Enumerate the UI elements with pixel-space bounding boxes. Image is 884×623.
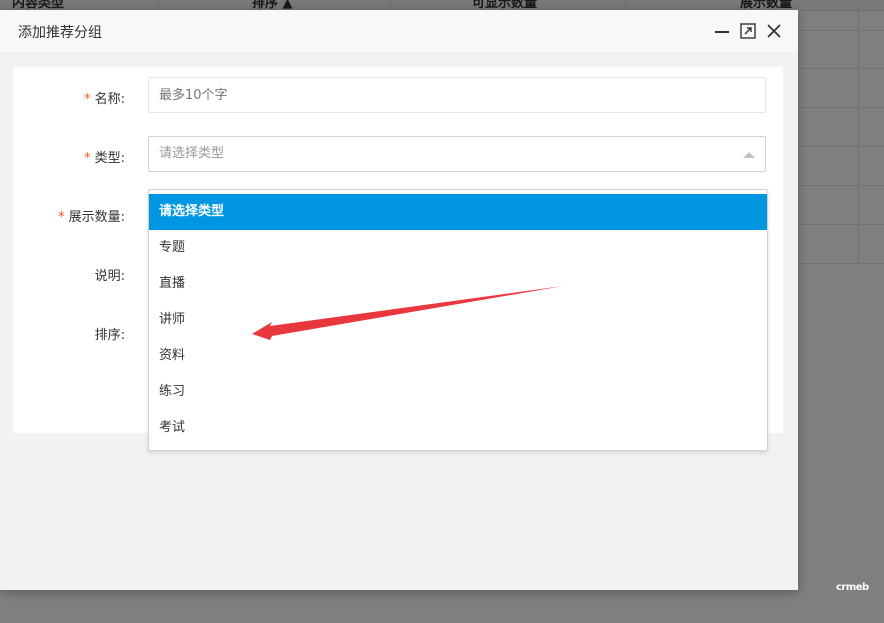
type-select-placeholder: 请选择类型 [159, 146, 225, 161]
name-input[interactable] [148, 77, 766, 113]
name-label-text: 名称: [94, 92, 125, 107]
type-dropdown: 请选择类型 专题 直播 讲师 资料 练习 考试 [148, 189, 768, 451]
description-label: 说明: [94, 269, 125, 284]
display-count-label: * 展示数量: [0, 206, 125, 225]
type-label: * 类型: [0, 147, 125, 166]
dropdown-option[interactable]: 讲师 [149, 302, 767, 338]
required-mark: * [84, 151, 91, 166]
add-group-modal: 添加推荐分组 *名称: *类型: 请选择类型 *展示 [0, 10, 798, 590]
type-label-text: 类型: [94, 151, 125, 166]
dropdown-option[interactable]: 考试 [149, 410, 767, 446]
dropdown-option[interactable]: 专题 [149, 230, 767, 266]
modal-title: 添加推荐分组 [18, 25, 102, 41]
minimize-icon[interactable] [713, 22, 731, 40]
caret-up-icon [743, 152, 755, 158]
dropdown-option[interactable]: 请选择类型 [149, 194, 767, 230]
close-icon[interactable] [765, 22, 783, 40]
type-select[interactable]: 请选择类型 [148, 136, 766, 172]
sort-label: 排序: [94, 328, 125, 343]
required-mark: * [58, 210, 65, 225]
required-mark: * [84, 92, 91, 107]
name-label: * 名称: [0, 88, 125, 107]
dropdown-option[interactable]: 直播 [149, 266, 767, 302]
display-count-label-text: 展示数量: [68, 210, 125, 225]
dropdown-option[interactable]: 练习 [149, 374, 767, 410]
maximize-icon[interactable] [739, 22, 757, 40]
watermark-logo: crmeb [836, 582, 869, 593]
modal-header: 添加推荐分组 [0, 10, 798, 53]
dropdown-option[interactable]: 资料 [149, 338, 767, 374]
